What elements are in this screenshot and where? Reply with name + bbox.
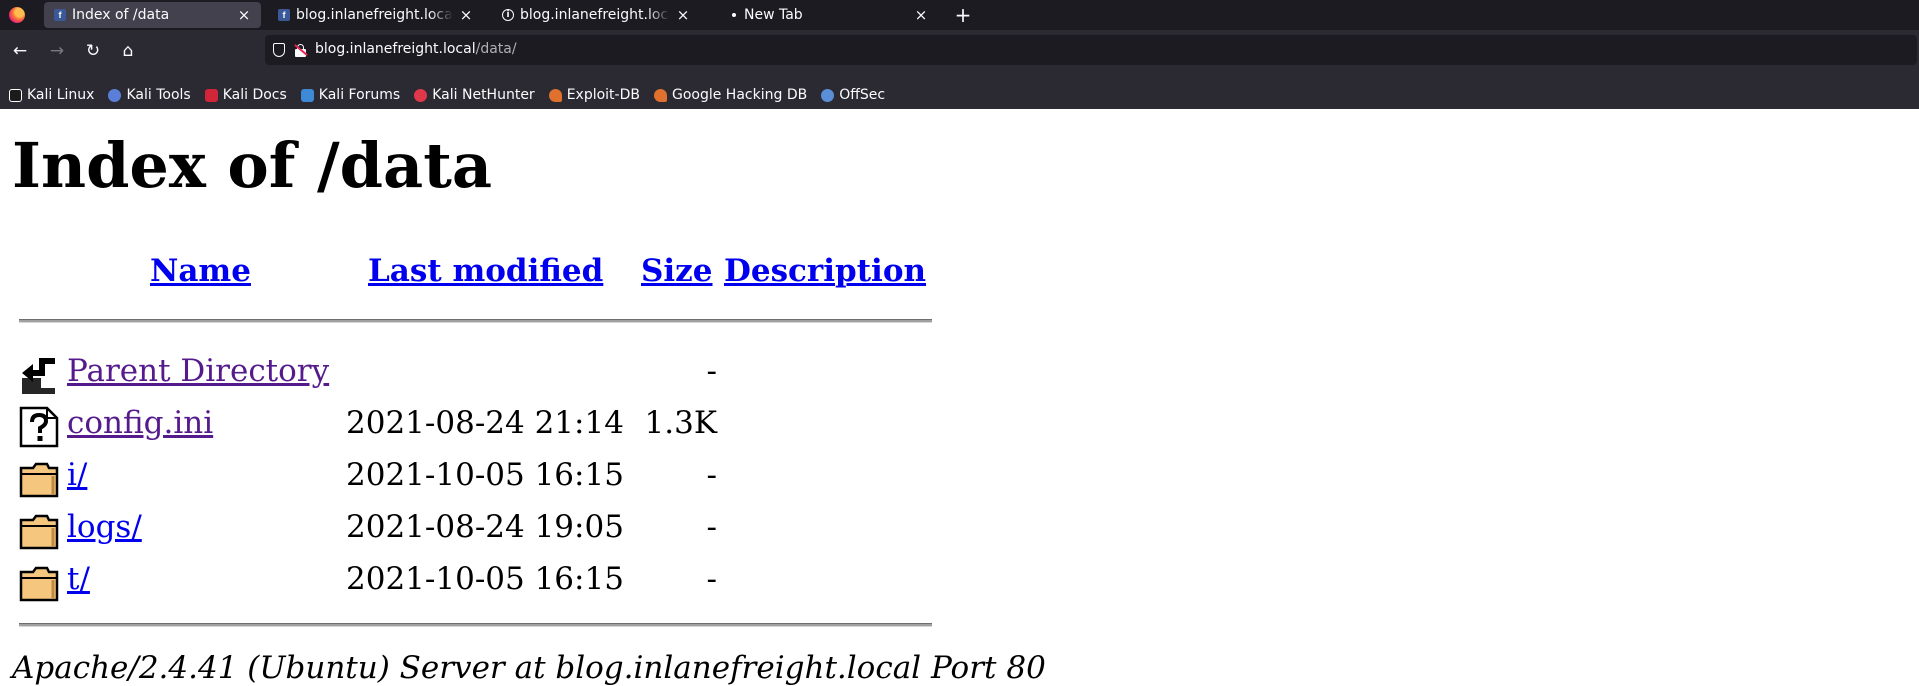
info-icon: i <box>502 9 514 21</box>
sort-by-size-link[interactable]: Size <box>641 253 713 289</box>
facebook-icon: f <box>54 9 66 21</box>
google-hacking-db-icon <box>653 88 667 102</box>
url-path: /data/ <box>475 41 517 57</box>
parent-directory-icon <box>22 358 55 394</box>
tab-title: blog.inlanefreight.local/data/ <box>296 7 453 23</box>
tab-new-tab[interactable]: New Tab × <box>718 2 938 28</box>
parent-directory-link[interactable]: Parent Directory <box>67 353 329 389</box>
tab-title: Index of /data <box>72 7 170 23</box>
tab-title: New Tab <box>744 7 803 23</box>
reload-button[interactable]: ↻ <box>81 39 105 63</box>
sort-by-description-link[interactable]: Description <box>724 253 926 289</box>
bookmark-kali-nethunter[interactable]: Kali NetHunter <box>414 87 535 103</box>
file-size: - <box>706 353 717 389</box>
tab-blog-api[interactable]: i blog.inlanefreight.local/api × <box>492 2 700 28</box>
file-link[interactable]: config.ini <box>67 405 213 441</box>
url-host: blog.inlanefreight.local <box>315 41 476 57</box>
bookmark-label: Kali Tools <box>126 87 191 103</box>
table-row: config.ini 2021-08-24 21:14 1.3K <box>0 401 960 453</box>
unknown-file-icon <box>19 406 59 448</box>
file-size: - <box>706 457 717 493</box>
file-size: - <box>706 509 717 545</box>
table-divider-bottom <box>19 623 932 627</box>
bookmark-label: Kali Linux <box>27 87 95 103</box>
forward-button[interactable]: → <box>45 39 69 63</box>
column-header-size[interactable]: Size <box>641 253 713 289</box>
sort-by-name-link[interactable]: Name <box>150 253 251 289</box>
bookmark-label: Kali NetHunter <box>432 87 535 103</box>
kali-forums-icon <box>300 88 314 102</box>
kali-tools-icon <box>108 88 122 102</box>
folder-icon <box>19 514 59 550</box>
home-button[interactable]: ⌂ <box>116 39 140 63</box>
table-row: logs/ 2021-08-24 19:05 - <box>0 505 960 557</box>
kali-docs-icon <box>204 88 218 102</box>
table-row: t/ 2021-10-05 16:15 - <box>0 557 960 609</box>
bookmark-exploit-db[interactable]: Exploit-DB <box>548 87 640 103</box>
new-tab-button[interactable]: + <box>952 4 974 26</box>
offsec-icon <box>821 88 835 102</box>
insecure-lock-icon[interactable] <box>294 44 308 57</box>
bookmark-label: Exploit-DB <box>566 87 640 103</box>
sort-by-last-modified-link[interactable]: Last modified <box>368 253 603 289</box>
close-icon[interactable]: × <box>676 8 690 23</box>
tab-title: blog.inlanefreight.local/api <box>520 7 670 23</box>
tab-bar: f Index of /data × f blog.inlanefreight.… <box>0 0 1919 30</box>
folder-icon <box>19 462 59 498</box>
last-modified: 2021-08-24 21:14 <box>346 405 624 441</box>
table-row: i/ 2021-10-05 16:15 - <box>0 453 960 505</box>
page-content: Index of /data Name Last modified Size D… <box>0 109 1919 686</box>
file-size: - <box>706 561 717 597</box>
column-header-last-modified[interactable]: Last modified <box>368 253 603 289</box>
url-text[interactable]: blog.inlanefreight.local/data/ <box>315 41 517 57</box>
facebook-icon: f <box>278 9 290 21</box>
bookmark-kali-linux[interactable]: Kali Linux <box>9 87 94 103</box>
last-modified: 2021-08-24 19:05 <box>346 509 624 545</box>
bookmark-kali-forums[interactable]: Kali Forums <box>300 87 401 103</box>
last-modified: 2021-10-05 16:15 <box>346 561 624 597</box>
bookmark-offsec[interactable]: OffSec <box>821 87 885 103</box>
folder-icon <box>19 566 59 602</box>
kali-dragon-icon <box>9 88 22 102</box>
folder-link[interactable]: i/ <box>67 457 87 493</box>
tab-index-of-data[interactable]: f Index of /data × <box>44 2 261 28</box>
bookmark-label: Kali Forums <box>318 87 401 103</box>
back-button[interactable]: ← <box>8 39 32 63</box>
tab-blog-data[interactable]: f blog.inlanefreight.local/data/ × <box>268 2 483 28</box>
url-bar[interactable]: blog.inlanefreight.local/data/ <box>265 35 1917 65</box>
bookmark-label: OffSec <box>839 87 886 103</box>
dot-icon <box>732 13 736 17</box>
bookmarks-toolbar: Kali Linux Kali Tools Kali Docs Kali For… <box>0 80 1919 110</box>
file-size: 1.3K <box>644 405 717 441</box>
server-signature: Apache/2.4.41 (Ubuntu) Server at blog.in… <box>12 650 1046 686</box>
close-icon[interactable]: × <box>459 8 473 23</box>
navigation-toolbar: ← → ↻ ⌂ blog.inlanefreight.local/data/ <box>0 30 1919 86</box>
firefox-icon[interactable] <box>9 7 25 23</box>
close-icon[interactable]: × <box>914 8 928 23</box>
table-row: Parent Directory - <box>0 349 960 401</box>
last-modified: 2021-10-05 16:15 <box>346 457 624 493</box>
column-header-name[interactable]: Name <box>150 253 251 289</box>
tracking-protection-shield-icon[interactable] <box>273 43 285 57</box>
exploit-db-icon <box>548 88 562 102</box>
bookmark-label: Kali Docs <box>222 87 287 103</box>
page-title: Index of /data <box>12 129 493 202</box>
table-divider-top <box>19 319 932 323</box>
bookmark-google-hacking-db[interactable]: Google Hacking DB <box>653 87 808 103</box>
folder-link[interactable]: t/ <box>67 561 90 597</box>
kali-nethunter-icon <box>414 88 428 102</box>
bookmark-kali-docs[interactable]: Kali Docs <box>204 87 287 103</box>
bookmark-label: Google Hacking DB <box>671 87 808 103</box>
bookmark-kali-tools[interactable]: Kali Tools <box>108 87 191 103</box>
folder-link[interactable]: logs/ <box>67 509 142 545</box>
close-icon[interactable]: × <box>237 8 251 23</box>
column-header-description[interactable]: Description <box>724 253 926 289</box>
